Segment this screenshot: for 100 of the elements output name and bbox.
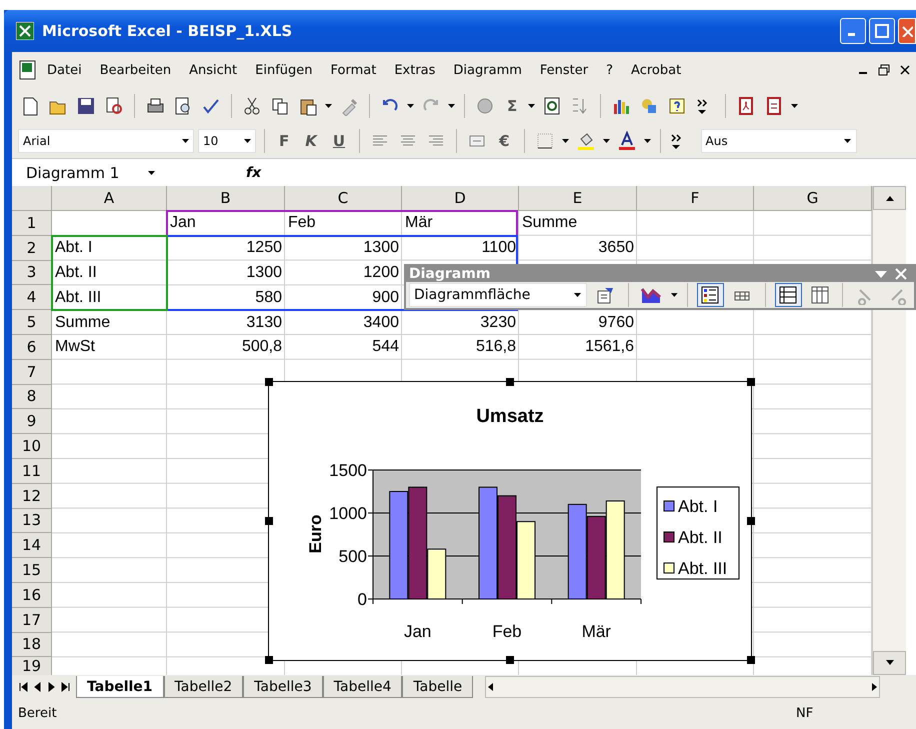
close-button[interactable] [898, 18, 916, 44]
scroll-down-icon[interactable] [884, 659, 894, 667]
chart-element-field[interactable]: Diagrammfläche [409, 283, 587, 307]
underline-button[interactable]: U [326, 132, 352, 150]
caret-icon[interactable] [406, 102, 415, 110]
printer-icon[interactable] [145, 96, 165, 116]
function-button[interactable]: fx [246, 164, 262, 180]
previous-sheet-icon[interactable] [32, 681, 42, 693]
row-header[interactable]: 6 [12, 334, 52, 360]
magnifier-document-icon[interactable] [104, 96, 124, 116]
menu-item[interactable]: Bearbeiten [90, 60, 180, 80]
caret-icon[interactable] [242, 136, 252, 144]
row-header[interactable]: 8 [12, 384, 52, 410]
scroll-up-icon[interactable] [884, 194, 894, 202]
menu-item[interactable]: Datei [38, 60, 91, 80]
row-header[interactable]: 4 [12, 285, 52, 310]
resize-handle[interactable] [747, 656, 755, 664]
column-header[interactable]: D [402, 186, 519, 211]
row-header[interactable]: 12 [12, 484, 52, 509]
last-sheet-icon[interactable] [60, 681, 70, 693]
caret-icon[interactable] [642, 136, 652, 144]
menu-item[interactable]: Extras [385, 60, 444, 80]
maximize-button[interactable] [869, 18, 895, 44]
row-header[interactable]: 10 [12, 434, 52, 459]
menu-item[interactable]: Einfügen [246, 60, 322, 80]
resize-handle[interactable] [506, 656, 514, 664]
caret-icon[interactable] [790, 102, 800, 110]
first-sheet-icon[interactable] [18, 681, 28, 693]
resize-handle[interactable] [265, 378, 273, 386]
row-header[interactable]: 7 [12, 360, 52, 385]
row-header[interactable]: 17 [12, 608, 52, 633]
minimize-button[interactable] [840, 18, 866, 44]
row-header[interactable]: 9 [12, 409, 52, 434]
menu-item[interactable]: ? [597, 60, 622, 80]
row-header[interactable]: 18 [12, 632, 52, 658]
maximize-icon[interactable] [875, 24, 889, 38]
vertical-scrollbar[interactable] [872, 186, 906, 675]
menu-item[interactable]: Fenster [530, 60, 598, 80]
next-sheet-icon[interactable] [46, 681, 56, 693]
row-header[interactable]: 19 [12, 657, 52, 675]
row-header[interactable]: 3 [12, 260, 52, 286]
copy-icon[interactable] [270, 96, 290, 116]
row-header[interactable]: 2 [12, 236, 52, 261]
save-icon[interactable] [76, 96, 96, 116]
font-size-field[interactable]: 10 [198, 128, 256, 152]
sheet-tab[interactable]: Tabelle [402, 676, 474, 698]
caret-icon[interactable] [843, 136, 852, 144]
help-icon[interactable] [667, 96, 688, 116]
column-header[interactable]: B [167, 186, 285, 211]
sheet-tab[interactable]: Tabelle3 [243, 676, 323, 698]
menu-item[interactable]: Ansicht [180, 60, 246, 80]
borders-icon[interactable] [534, 130, 554, 150]
restore-icon[interactable] [878, 64, 890, 76]
font-name-field[interactable]: Arial [18, 128, 194, 152]
caret-icon[interactable] [180, 136, 190, 144]
bold-button[interactable]: F [273, 132, 296, 150]
scissors-icon[interactable] [242, 96, 262, 116]
fill-bucket-icon[interactable] [576, 130, 596, 150]
name-box[interactable]: Diagramm 1 [12, 162, 156, 184]
menu-item[interactable]: Acrobat [622, 60, 690, 80]
workbook-icon[interactable] [18, 60, 38, 80]
caret-icon[interactable] [670, 291, 678, 299]
row-header[interactable]: 5 [12, 310, 52, 335]
font-color-icon[interactable] [616, 130, 636, 150]
caret-icon[interactable] [602, 136, 610, 144]
euro-button[interactable]: € [493, 132, 516, 150]
close-icon[interactable] [900, 65, 910, 75]
resize-handle[interactable] [265, 517, 273, 525]
sheet-tab[interactable]: Tabelle4 [322, 676, 402, 698]
row-header[interactable]: 15 [12, 558, 52, 583]
caret-icon[interactable] [573, 291, 582, 299]
caret-icon[interactable] [527, 102, 536, 110]
dropdown-icon[interactable] [874, 269, 888, 279]
rows-button[interactable] [774, 283, 802, 307]
row-header[interactable]: 1 [12, 211, 52, 236]
currency-document-icon[interactable] [542, 96, 562, 116]
column-header[interactable]: E [519, 186, 637, 211]
caret-icon[interactable] [324, 102, 333, 110]
menu-item[interactable]: Diagramm [444, 60, 531, 80]
column-header[interactable]: A [52, 186, 167, 211]
italic-button[interactable]: K [299, 132, 323, 150]
caret-icon[interactable] [147, 168, 156, 176]
legend-button[interactable] [697, 283, 724, 307]
column-header[interactable]: G [754, 186, 872, 211]
column-header[interactable]: F [637, 186, 754, 211]
column-header[interactable]: C [285, 186, 402, 211]
resize-handle[interactable] [265, 656, 273, 664]
autosum-button[interactable]: Σ [501, 96, 524, 114]
caret-icon[interactable] [447, 102, 456, 110]
scroll-right-icon[interactable] [869, 682, 879, 692]
resize-handle[interactable] [747, 378, 755, 386]
caret-icon[interactable] [560, 136, 570, 144]
sheet-tab[interactable]: Tabelle1 [76, 676, 164, 698]
sheet-tab[interactable]: Tabelle2 [164, 676, 244, 698]
resize-handle[interactable] [506, 378, 514, 386]
horizontal-scrollbar[interactable] [485, 676, 880, 698]
row-header[interactable]: 14 [12, 533, 52, 558]
menu-item[interactable]: Format [322, 60, 386, 80]
row-header[interactable]: 11 [12, 458, 52, 484]
dropdown-field[interactable]: Aus [700, 128, 856, 152]
